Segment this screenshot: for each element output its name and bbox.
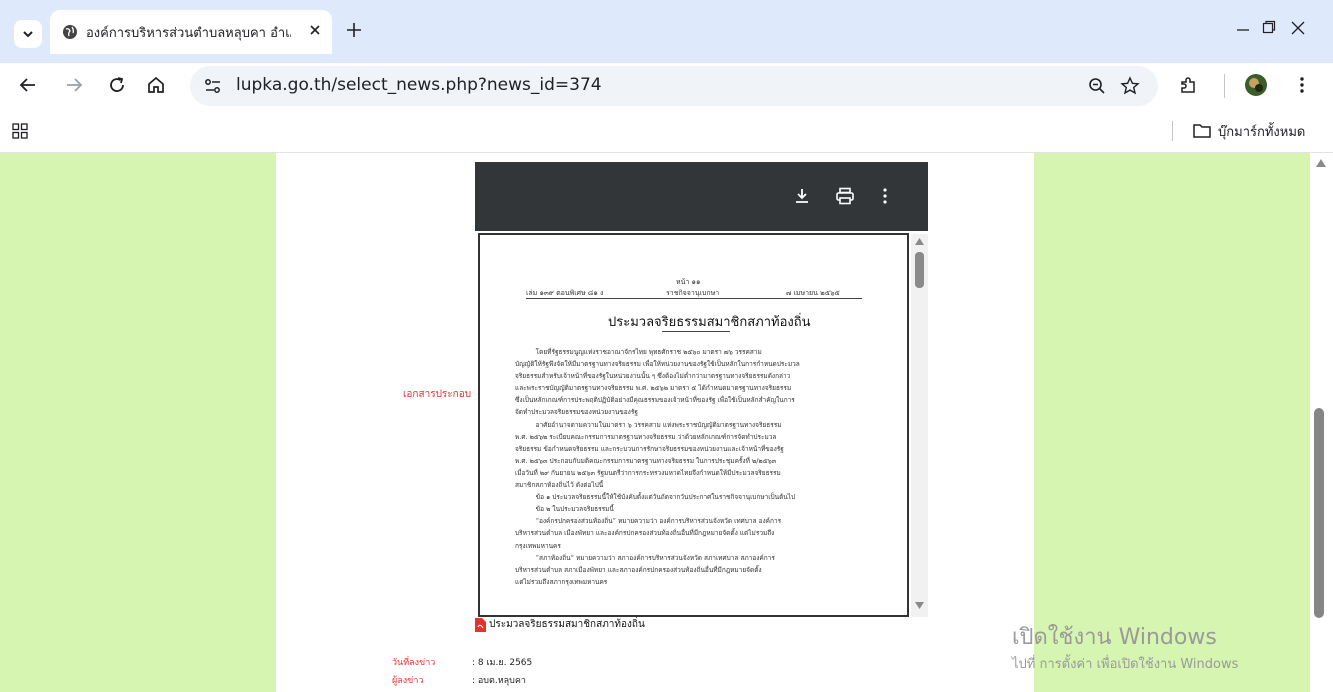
tab-search-button[interactable] [14, 20, 42, 48]
date-label: วันที่ลงข่าว [392, 658, 436, 668]
pdf-body-line: ข้อ ๑ ประมวลจริยธรรมนี้ให้ใช้บังคับตั้งแ… [515, 493, 796, 502]
pdf-body-line: จัดทำประมวลจริยธรรมของหน่วยงานของรัฐ [515, 408, 638, 417]
pdf-scrollbar[interactable] [911, 234, 928, 617]
page-viewport: หน้า ๑๑ เล่ม ๑๓๙ ตอนพิเศษ ๘๑ ง ราชกิจจาน… [0, 153, 1333, 692]
pdf-body-line: เมื่อวันที่ ๒๙ กันยายน ๒๕๖๓ รัฐมนตรีว่าก… [515, 468, 781, 477]
attachment-label: เอกสารประกอบ [403, 389, 472, 400]
pdf-body-line: “องค์กรปกครองส่วนท้องถิ่น” หมายความว่า อ… [515, 517, 782, 526]
home-icon[interactable] [146, 75, 166, 95]
download-icon[interactable] [793, 187, 811, 205]
restore-icon[interactable] [1262, 20, 1276, 34]
browser-titlebar: องค์การบริหารส่วนตำบลหลุบคา อำเภ [0, 0, 1333, 63]
bookmarks-bar: บุ๊กมาร์กทั้งหมด [0, 109, 1333, 153]
pdf-body-line: จริยธรรมสำหรับเจ้าหน้าที่ของรัฐในหน่วยงา… [515, 372, 791, 381]
pdf-body-line: บริหารส่วนตำบล สภาเมืองพัทยา และสภาองค์ก… [515, 565, 762, 574]
author-label: ผู้ลงข่าว [392, 676, 424, 686]
more-vertical-icon[interactable] [1292, 75, 1312, 95]
browser-tab-active[interactable]: องค์การบริหารส่วนตำบลหลุบคา อำเภ [50, 10, 332, 54]
pdf-body-line: บริหารส่วนตำบล เมืองพัทยา และองค์กรปกครอ… [515, 529, 775, 538]
pdf-body-line: อาศัยอำนาจตามความในมาตรา ๖ วรรคสาม แห่งพ… [515, 420, 782, 429]
bookmarks-divider [1172, 121, 1173, 141]
pdf-body-line: ซึ่งเป็นหลักเกณฑ์การประพฤติปฏิบัติอย่างม… [515, 396, 795, 405]
pdf-header-rule [526, 298, 862, 299]
pdf-body-line: และพระราชบัญญัติมาตรฐานทางจริยธรรม พ.ศ. … [515, 384, 792, 393]
date-value: : 8 เม.ย. 2565 [472, 658, 533, 668]
pdf-body-line: “สภาท้องถิ่น” หมายความว่า สภาองค์การบริห… [515, 553, 775, 562]
author-value: : อบต.หลุบคา [472, 676, 526, 686]
pdf-page: หน้า ๑๑ เล่ม ๑๓๙ ตอนพิเศษ ๘๑ ง ราชกิจจาน… [478, 233, 909, 617]
back-arrow-icon[interactable] [18, 75, 38, 95]
pdf-body-line: พ.ศ. ๒๕๖๓ ประกอบกับมติคณะกรรมการมาตรฐานท… [515, 456, 777, 465]
scroll-up-arrow-icon[interactable] [915, 238, 924, 245]
zoom-icon[interactable] [1088, 77, 1106, 95]
pdf-more-icon[interactable] [880, 187, 890, 205]
windows-activation-subtitle: ไปที่ การตั้งค่า เพื่อเปิดใช้งาน Windows [1012, 657, 1239, 672]
pdf-viewer[interactable]: หน้า ๑๑ เล่ม ๑๓๙ ตอนพิเศษ ๘๑ ง ราชกิจจาน… [475, 162, 928, 617]
pdf-body-line: สมาชิกสภาท้องถิ่นไว้ ดังต่อไปนี้ [515, 481, 604, 490]
page-scroll-thumb[interactable] [1314, 408, 1324, 618]
pdf-file-icon [475, 617, 486, 632]
close-icon[interactable] [308, 23, 322, 37]
forward-arrow-icon[interactable] [64, 75, 84, 95]
globe-icon [63, 25, 77, 39]
pdf-page-number: หน้า ๑๑ [676, 278, 701, 286]
pdf-body-line: กรุงเทพมหานคร [515, 541, 561, 550]
close-window-icon[interactable] [1290, 20, 1306, 36]
scroll-down-arrow-icon[interactable] [915, 602, 924, 609]
attachment-link-text[interactable]: ประมวลจริยธรรมสมาชิกสภาท้องถิ่น [489, 617, 645, 632]
address-bar[interactable]: lupka.go.th/select_news.php?news_id=374 [190, 66, 1158, 106]
apps-grid-icon[interactable] [12, 123, 28, 139]
tab-title: องค์การบริหารส่วนตำบลหลุบคา อำเภ [86, 25, 291, 41]
toolbar-divider [1224, 74, 1225, 98]
all-bookmarks-label[interactable]: บุ๊กมาร์กทั้งหมด [1218, 121, 1305, 142]
star-icon[interactable] [1120, 76, 1140, 96]
url-text: lupka.go.th/select_news.php?news_id=374 [236, 75, 602, 95]
right-green-panel [1034, 153, 1310, 692]
pdf-body-line: พ.ศ. ๒๕๖๒ ระเบียบคณะกรรมการมาตรฐานทางจริ… [515, 432, 777, 441]
pdf-doc-title: ประมวลจริยธรรมสมาชิกสภาท้องถิ่น [608, 315, 811, 330]
site-settings-icon[interactable] [204, 77, 222, 95]
chevron-down-icon [23, 31, 33, 38]
pdf-body-line: โดยที่รัฐธรรมนูญแห่งราชอาณาจักรไทย พุทธศ… [515, 348, 762, 356]
extensions-icon[interactable] [1178, 76, 1198, 96]
profile-avatar[interactable] [1244, 73, 1268, 97]
new-tab-icon[interactable] [344, 20, 364, 40]
windows-activation-title: เปิดใช้งาน Windows [1012, 625, 1217, 650]
pdf-body: โดยที่รัฐธรรมนูญแห่งราชอาณาจักรไทย พุทธศ… [515, 346, 800, 588]
pdf-scroll-thumb[interactable] [915, 252, 924, 288]
attachment-link[interactable]: ประมวลจริยธรรมสมาชิกสภาท้องถิ่น [475, 617, 645, 632]
page-scroll-up-icon[interactable] [1316, 159, 1326, 167]
pdf-title-rule [662, 331, 730, 332]
pdf-body-line: บัญญัติให้รัฐพึงจัดให้มีมาตรฐานทางจริยธร… [515, 360, 800, 369]
pdf-toolbar [475, 162, 928, 231]
print-icon[interactable] [835, 187, 855, 205]
pdf-body-line: จริยธรรม ข้อกำหนดจริยธรรม และกระบวนการรั… [515, 444, 784, 453]
left-green-panel [0, 153, 276, 692]
folder-icon [1193, 124, 1211, 138]
minimize-icon[interactable] [1236, 20, 1250, 34]
reload-icon[interactable] [107, 75, 127, 95]
pdf-body-line: แต่ไม่รวมถึงสภากรุงเทพมหานคร [515, 577, 608, 586]
pdf-body-line: ข้อ ๒ ในประมวลจริยธรรมนี้ [515, 505, 614, 514]
